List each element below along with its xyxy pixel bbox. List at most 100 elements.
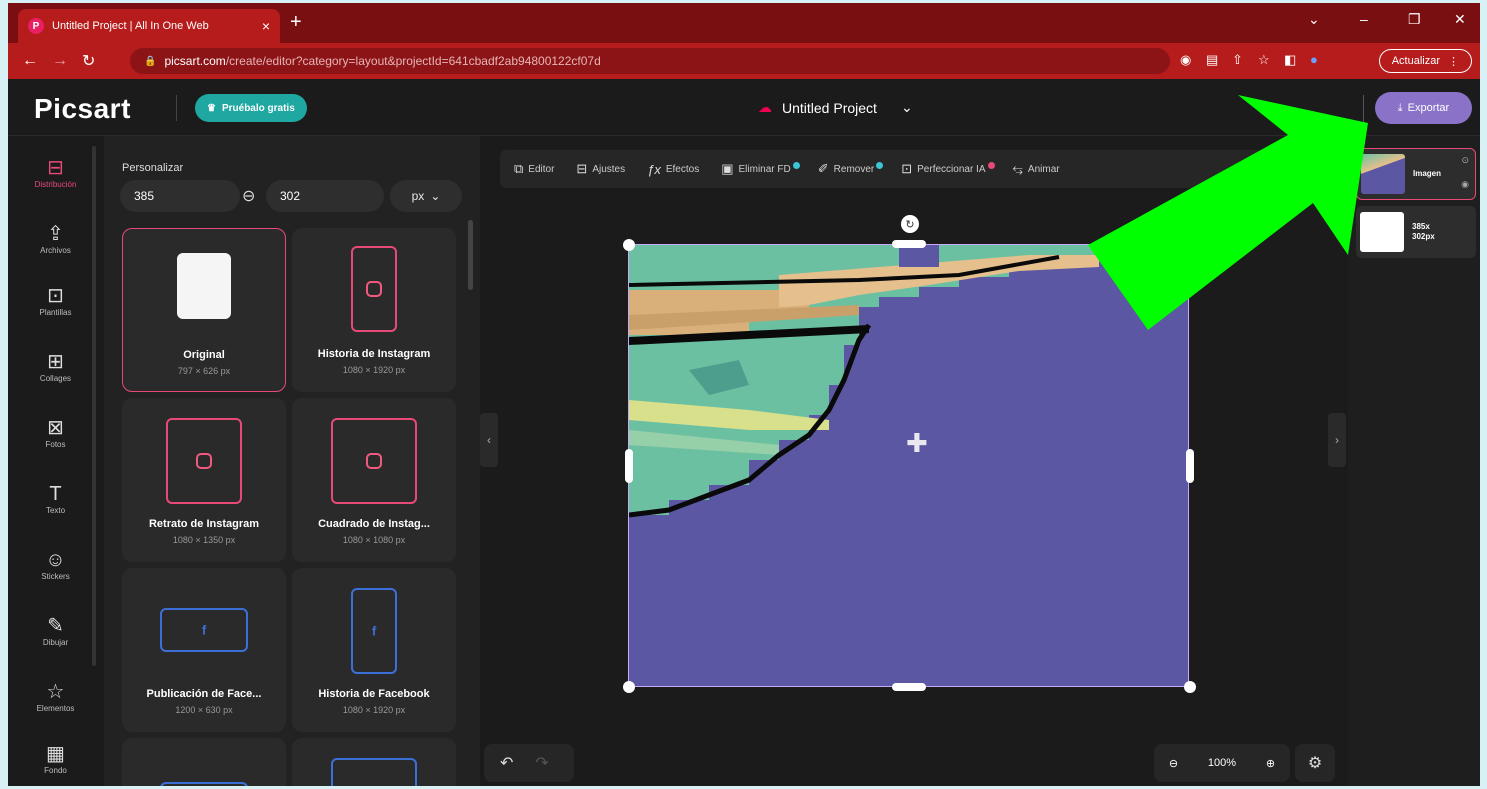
tool-perfeccionar-ia[interactable]: ⊡ Perfeccionar IA: [901, 161, 995, 177]
cloud-icon: ☁: [758, 99, 772, 115]
back-icon[interactable]: ←: [22, 52, 38, 70]
rail-item-texto[interactable]: T Texto: [8, 482, 103, 515]
rail-item-dibujar[interactable]: ✎ Dibujar: [8, 614, 103, 647]
instagram-story-thumb: [351, 246, 397, 332]
zoom-level[interactable]: 100%: [1208, 757, 1236, 769]
size-card-instagram-portrait[interactable]: Retrato de Instagram 1080 × 1350 px: [122, 398, 286, 562]
rail-label: Elementos: [36, 704, 75, 713]
resize-handle-top[interactable]: [892, 240, 926, 248]
tool-efectos[interactable]: ƒx Efectos: [647, 162, 699, 177]
settings-button[interactable]: ⚙: [1295, 744, 1335, 782]
rail-item-distribucion[interactable]: ⊟ Distribución: [8, 156, 103, 189]
tool-label: Editor: [528, 163, 555, 175]
close-tab-icon[interactable]: ×: [262, 18, 270, 34]
size-card-facebook-story[interactable]: f Historia de Facebook 1080 × 1920 px: [292, 568, 456, 732]
unit-select[interactable]: px ⌄: [390, 180, 462, 212]
bookmark-star-icon[interactable]: ☆: [1258, 52, 1270, 68]
card-size: 1080 × 1350 px: [172, 535, 236, 545]
size-card-facebook-post[interactable]: f Publicación de Face... 1200 × 630 px: [122, 568, 286, 732]
tool-eliminar-fd[interactable]: ▣ Eliminar FD: [721, 161, 800, 177]
height-input[interactable]: 302: [266, 180, 384, 212]
rail-label: Archivos: [40, 246, 71, 255]
resize-handle-bottom-right[interactable]: [1184, 681, 1196, 693]
update-button[interactable]: Actualizar ⋮: [1378, 49, 1472, 73]
tab-search-icon[interactable]: ⌄: [1308, 11, 1320, 28]
resize-handle-top-left[interactable]: [623, 239, 635, 251]
card-size: 1080 × 1920 px: [342, 365, 406, 375]
try-free-button[interactable]: ♛ Pruébalo gratis: [195, 94, 307, 122]
history-controls: ↶ ↷: [484, 744, 574, 782]
restore-icon[interactable]: ❐: [1408, 11, 1421, 28]
rail-item-plantillas[interactable]: ⊡ Plantillas: [8, 284, 103, 317]
resize-handle-left[interactable]: [625, 449, 633, 483]
rail-label: Distribución: [34, 180, 77, 189]
panel-scrollbar[interactable]: [468, 220, 473, 290]
instagram-icon: [366, 281, 382, 297]
export-button[interactable]: ⤓ Exportar: [1375, 92, 1472, 124]
collapse-right-panel-button[interactable]: ›: [1328, 413, 1346, 467]
gear-icon: ⚙: [1307, 755, 1323, 772]
profile-avatar-icon[interactable]: ●: [1310, 52, 1318, 67]
rail-item-archivos[interactable]: ⇪ Archivos: [8, 222, 103, 255]
new-tab-button[interactable]: +: [290, 11, 302, 34]
crown-icon: ♛: [207, 102, 216, 114]
undo-icon[interactable]: ↶: [500, 753, 513, 773]
reload-icon[interactable]: ↻: [82, 51, 95, 71]
size-card-more[interactable]: [292, 738, 456, 786]
tool-animar[interactable]: ⥃ Animar: [1013, 161, 1060, 177]
tool-ajustes[interactable]: ⊟ Ajustes: [576, 161, 625, 177]
project-name: Untitled Project: [782, 99, 877, 116]
rail-item-stickers[interactable]: ☺ Stickers: [8, 548, 103, 581]
size-card-instagram-story[interactable]: Historia de Instagram 1080 × 1920 px: [292, 228, 456, 392]
rotate-handle-icon[interactable]: ↻: [901, 215, 919, 233]
zoom-out-icon[interactable]: ⊖: [1169, 757, 1178, 770]
resize-handle-right[interactable]: [1186, 449, 1194, 483]
size-card-instagram-square[interactable]: Cuadrado de Instag... 1080 × 1080 px: [292, 398, 456, 562]
sidebar-icon[interactable]: ◧: [1284, 52, 1296, 68]
resize-handle-bottom-left[interactable]: [623, 681, 635, 693]
redo-icon[interactable]: ↷: [535, 753, 548, 773]
chevron-down-icon: ⌄: [430, 189, 441, 203]
rail-item-fondo[interactable]: ▦ Fondo: [8, 742, 103, 775]
translate-icon[interactable]: ▤: [1206, 52, 1218, 68]
lock-icon[interactable]: ⊙: [1461, 155, 1469, 166]
google-icon[interactable]: ◉: [1180, 52, 1191, 68]
card-size: 1080 × 1080 px: [342, 535, 406, 545]
panel-title: Personalizar: [122, 162, 184, 174]
instagram-icon: [366, 453, 382, 469]
move-icon[interactable]: ✚: [906, 428, 928, 459]
address-bar[interactable]: 🔒 picsart.com /create/editor?category=la…: [130, 48, 1170, 74]
eye-icon[interactable]: ◉: [1461, 179, 1469, 190]
browser-tab[interactable]: P Untitled Project | All In One Web ×: [18, 9, 280, 43]
size-card-more[interactable]: [122, 738, 286, 786]
aspect-lock-icon[interactable]: ⊖: [242, 186, 255, 206]
close-window-icon[interactable]: ✕: [1454, 11, 1466, 28]
picsart-logo[interactable]: Picsart: [34, 93, 131, 125]
size-card-original[interactable]: Original 797 × 626 px: [122, 228, 286, 392]
rail-label: Collages: [39, 374, 72, 383]
rail-item-elementos[interactable]: ☆ Elementos: [8, 680, 103, 713]
fx-icon: ƒx: [647, 161, 661, 177]
instagram-square-thumb: [331, 418, 417, 504]
forward-icon[interactable]: →: [52, 52, 68, 70]
zoom-in-icon[interactable]: ⊕: [1266, 757, 1275, 770]
rail-scrollbar[interactable]: [92, 146, 96, 666]
card-name: Original: [183, 349, 225, 361]
collapse-left-panel-button[interactable]: ‹: [480, 413, 498, 467]
rail-item-collages[interactable]: ⊞ Collages: [8, 350, 103, 383]
editor-icon: ⧉: [514, 161, 524, 176]
share-icon[interactable]: ⇧: [1232, 52, 1243, 68]
project-name-dropdown[interactable]: ☁ Untitled Project ⌄: [758, 99, 913, 116]
rail-label: Plantillas: [39, 308, 72, 317]
rail-item-fotos[interactable]: ⊠ Fotos: [8, 416, 103, 449]
tool-remover[interactable]: ✐ Remover: [818, 161, 884, 177]
minimize-icon[interactable]: –: [1360, 11, 1368, 27]
resize-handle-bottom[interactable]: [892, 683, 926, 691]
browser-address-row: ← → ↻ 🔒 picsart.com /create/editor?categ…: [8, 43, 1480, 79]
animate-icon: ⥃: [1012, 161, 1023, 176]
tool-label: Ajustes: [592, 163, 626, 175]
card-name: Historia de Instagram: [317, 348, 431, 360]
background-icon: ▦: [46, 743, 65, 765]
tool-editor[interactable]: ⧉ Editor: [514, 161, 554, 177]
width-input[interactable]: 385: [120, 180, 240, 212]
